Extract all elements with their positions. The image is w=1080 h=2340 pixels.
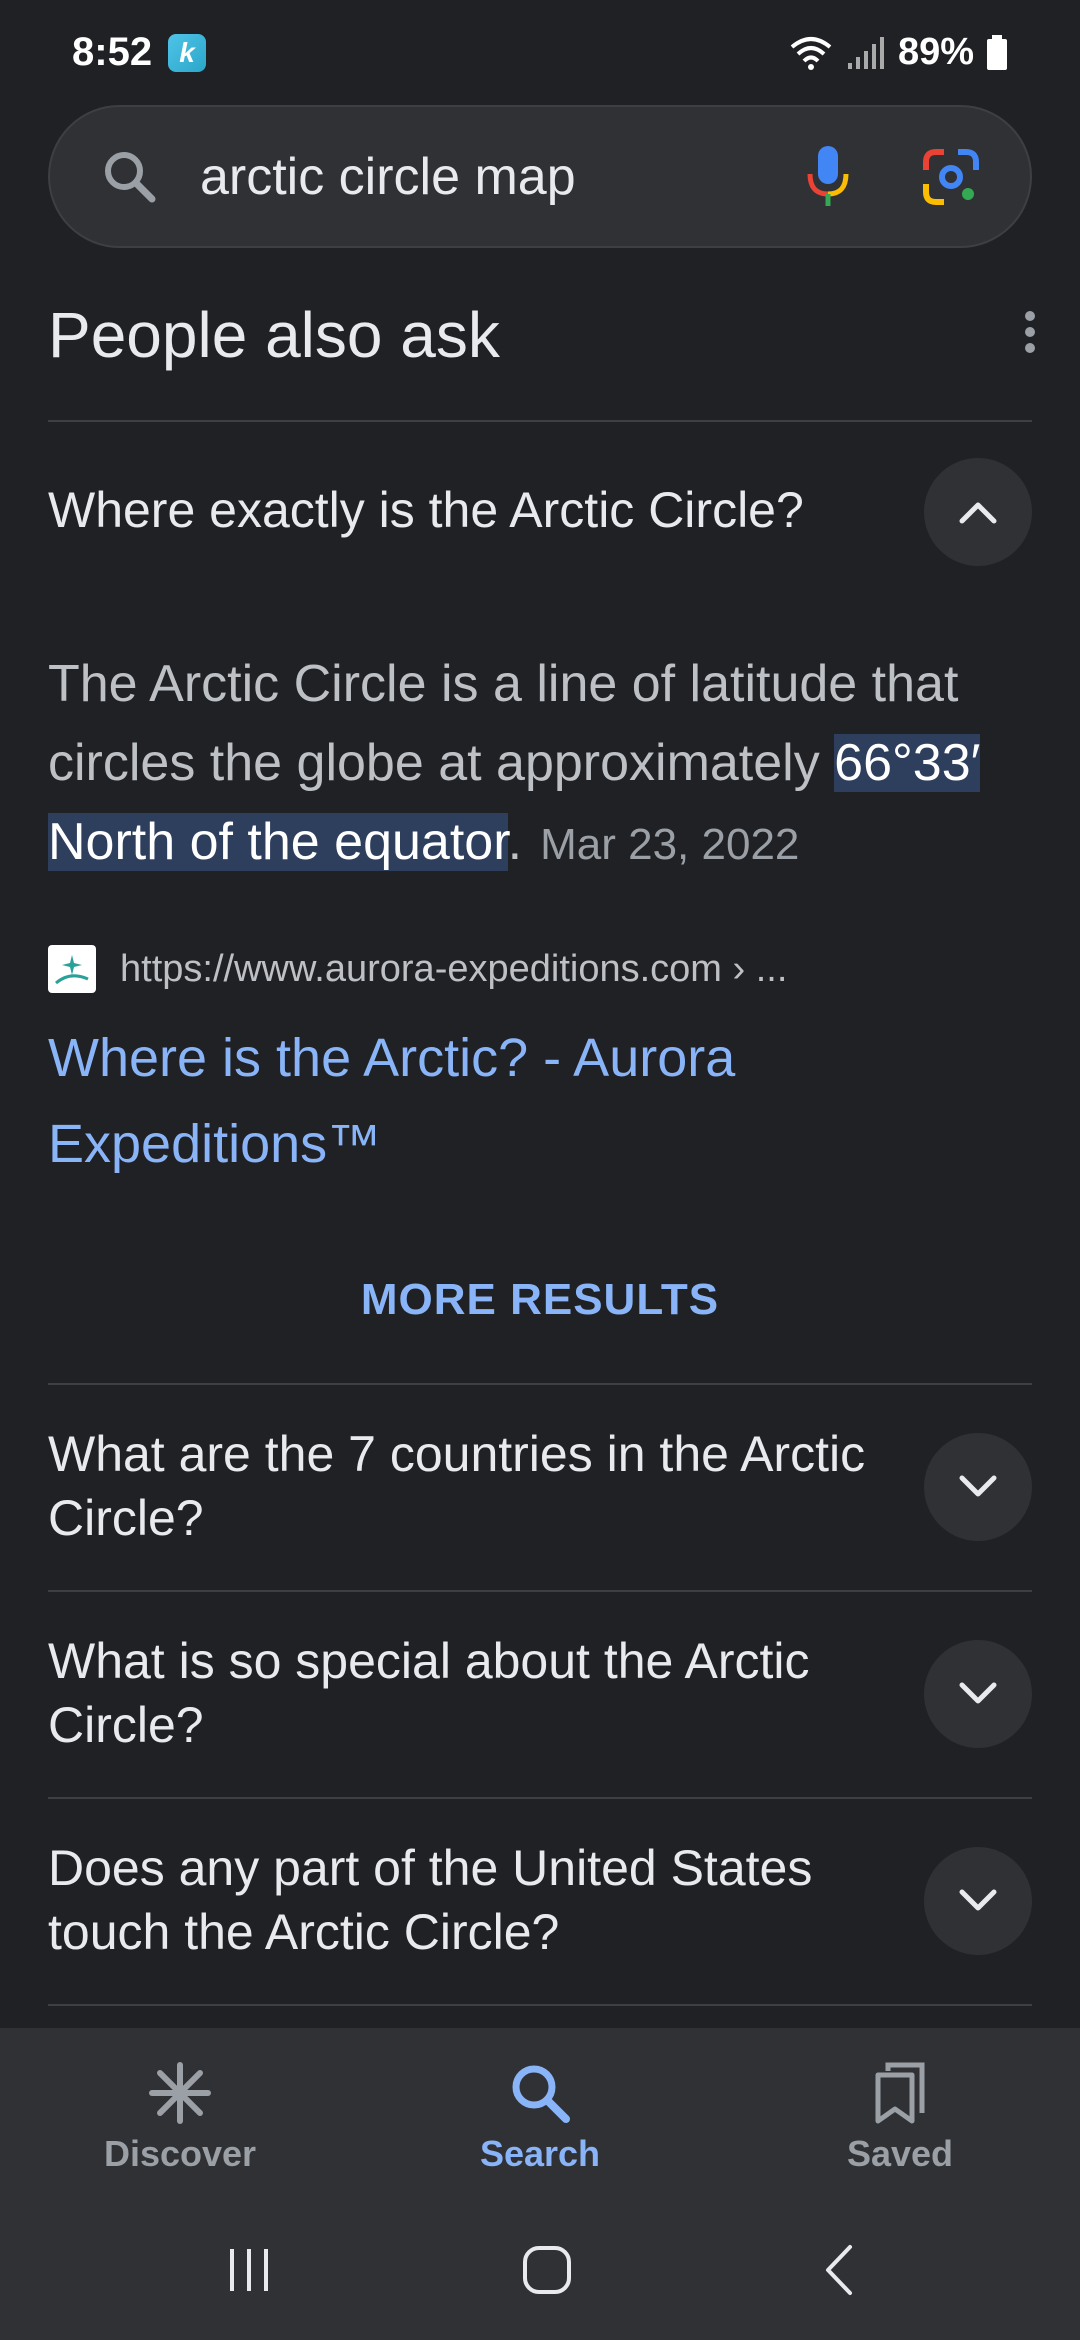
status-bar: 8:52 k 89% [0, 0, 1080, 105]
status-time: 8:52 [72, 30, 153, 74]
battery-percentage: 89% [897, 31, 974, 73]
divider [48, 420, 1032, 422]
question-expanded[interactable]: Where exactly is the Arctic Circle? [48, 478, 908, 542]
recent-apps-icon[interactable] [224, 2245, 274, 2295]
system-navigation-bar [0, 2200, 1080, 2340]
question-item[interactable]: What are the 7 countries in the Arctic C… [48, 1422, 908, 1550]
expand-button[interactable] [924, 1433, 1032, 1541]
search-bar[interactable]: arctic circle map [48, 105, 1032, 248]
nav-label: Discover [103, 2133, 257, 2174]
answer-suffix: . [507, 813, 523, 871]
chevron-down-icon [959, 1475, 997, 1497]
question-item[interactable]: Does any part of the United States touch… [48, 1836, 908, 1964]
divider [48, 1590, 1032, 1592]
nav-discover[interactable]: Discover [0, 2028, 360, 2200]
favicon [48, 945, 96, 993]
battery-icon [987, 34, 1007, 70]
section-title: People also ask [48, 299, 500, 371]
source-url[interactable]: https://www.aurora-expeditions.com › ... [120, 948, 787, 991]
answer-text: The Arctic Circle is a line of latitude … [48, 655, 959, 792]
source-row[interactable]: https://www.aurora-expeditions.com › ... [48, 945, 787, 993]
divider [48, 1383, 1032, 1385]
more-results-button[interactable]: MORE RESULTS [0, 1275, 1080, 1325]
search-input[interactable]: arctic circle map [200, 147, 806, 207]
signal-icon [847, 36, 884, 69]
collapse-button[interactable] [924, 458, 1032, 566]
asterisk-icon [149, 2062, 211, 2124]
nav-search[interactable]: Search [360, 2028, 720, 2200]
chevron-down-icon [959, 1682, 997, 1704]
aurora-logo-icon [55, 955, 89, 985]
home-icon[interactable] [521, 2244, 573, 2296]
answer-date: Mar 23, 2022 [540, 820, 800, 869]
expand-button[interactable] [924, 1640, 1032, 1748]
bookmarks-icon [875, 2062, 925, 2124]
divider [48, 1797, 1032, 1799]
chevron-down-icon [959, 1889, 997, 1911]
divider [48, 2004, 1032, 2006]
search-icon [512, 2065, 570, 2123]
back-icon[interactable] [820, 2243, 856, 2297]
nav-label: Saved [846, 2133, 954, 2174]
bottom-navigation: Discover Search Saved [0, 2028, 1080, 2200]
search-icon[interactable] [102, 149, 158, 205]
source-title-link[interactable]: Where is the Arctic? - Aurora Expedition… [48, 1015, 948, 1187]
nav-label: Search [479, 2133, 601, 2174]
status-indicators: 89% [788, 31, 1008, 74]
question-item[interactable]: What is so special about the Arctic Circ… [48, 1629, 908, 1757]
google-lens-icon[interactable] [922, 148, 980, 206]
answer-snippet: The Arctic Circle is a line of latitude … [48, 645, 1038, 884]
more-options-icon[interactable] [1024, 310, 1036, 354]
wifi-icon [790, 36, 832, 70]
keyboard-app-icon: k [168, 33, 207, 72]
expand-button[interactable] [924, 1847, 1032, 1955]
nav-saved[interactable]: Saved [720, 2028, 1080, 2200]
microphone-icon[interactable] [806, 145, 850, 208]
chevron-up-icon [959, 502, 997, 524]
